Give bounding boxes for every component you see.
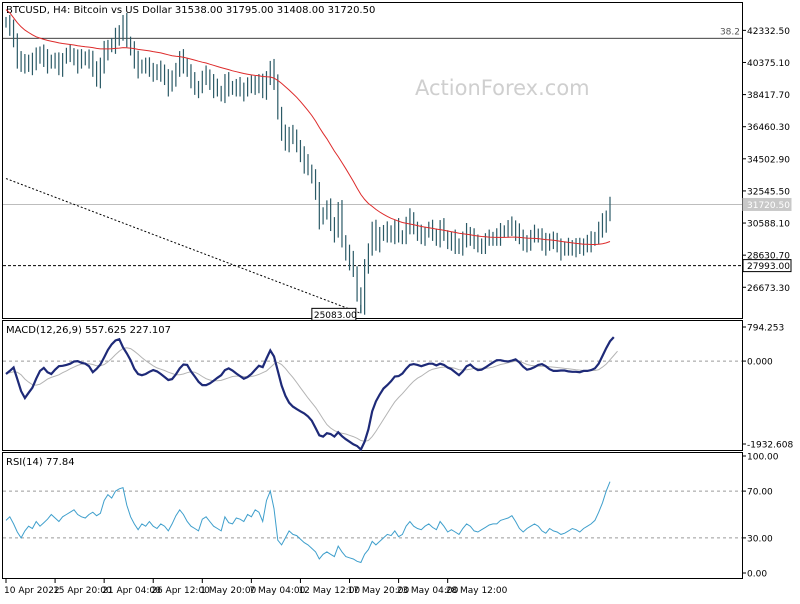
- chart-svg: ActionForex.com BTCUSD, H4: Bitcoin vs U…: [2, 2, 793, 596]
- macd-y-tick-0: 794.253: [747, 324, 784, 334]
- macd-panel-frame: [2, 320, 743, 451]
- rsi-header: RSI(14) 77.84: [6, 457, 75, 468]
- macd-y-tick-2: -1932.608: [747, 441, 793, 451]
- rsi-y-tick-1: 70.00: [747, 488, 773, 498]
- price-panel-frame: [2, 2, 743, 319]
- rsi-panel-frame: [2, 452, 743, 579]
- price-header: BTCUSD, H4: Bitcoin vs US Dollar 31538.0…: [6, 5, 375, 16]
- price-y-tick-0: 42332.50: [747, 27, 790, 37]
- x-tick-label-9: 28 May 12:00: [446, 586, 508, 596]
- price-y-tick-5: 32545.50: [747, 187, 790, 197]
- x-tick-label-5: 7 May 04:00: [249, 586, 305, 596]
- macd-header: MACD(12,26,9) 557.625 227.107: [6, 325, 171, 336]
- fib-level-label: 38.2: [720, 27, 740, 37]
- rsi-y-tick-3: 0.00: [747, 570, 767, 580]
- rsi-y-tick-2: 30.00: [747, 534, 773, 544]
- x-tick-label-4: 1 May 20:00: [200, 586, 256, 596]
- x-tick-label-0: 10 Apr 2022: [4, 586, 60, 596]
- rsi-y-tick-0: 100.00: [747, 453, 779, 463]
- low-marker-label: 25083.00: [314, 311, 357, 321]
- price-y-tick-4: 34502.90: [747, 155, 790, 165]
- price-y-tick-3: 36460.30: [747, 123, 790, 133]
- watermark: ActionForex.com: [415, 76, 590, 100]
- x-axis: 10 Apr 202215 Apr 20:0021 Apr 04:0026 Ap…: [4, 579, 508, 596]
- price-y-tick-1: 40375.10: [747, 59, 790, 69]
- chart-root: ActionForex.com BTCUSD, H4: Bitcoin vs U…: [0, 0, 800, 600]
- price-y-tick-6: 30588.10: [747, 220, 790, 230]
- macd-y-tick-1: 0.000: [747, 358, 773, 368]
- support-label: 27993.00: [747, 262, 790, 272]
- current-price-label: 31720.50: [747, 201, 790, 211]
- price-y-tick-8: 26673.30: [747, 284, 790, 294]
- price-y-tick-2: 38417.70: [747, 91, 790, 101]
